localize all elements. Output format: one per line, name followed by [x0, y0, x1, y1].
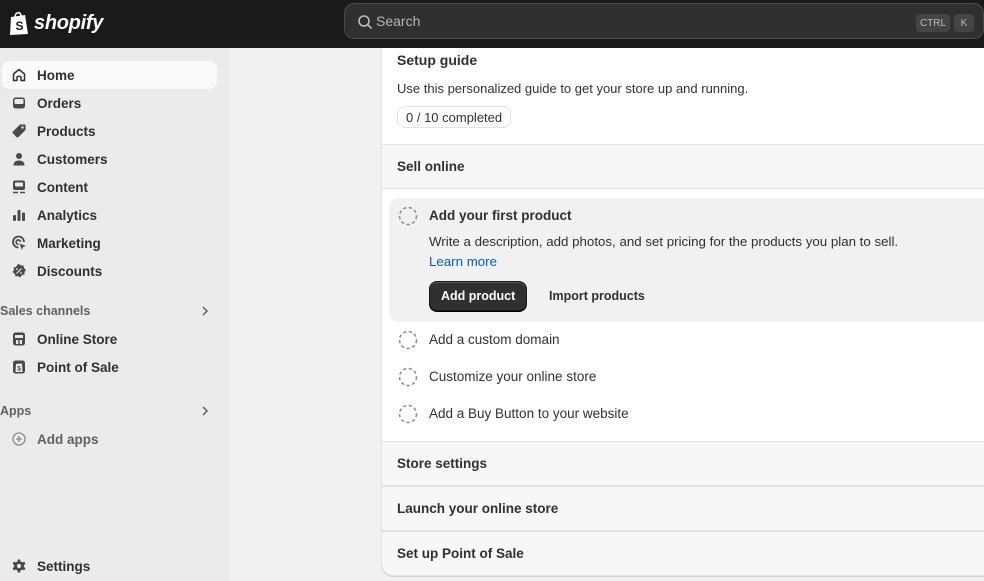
sidebar-item-label: Marketing: [37, 235, 101, 251]
gear-icon: [12, 559, 26, 573]
inbox-icon: [13, 97, 25, 109]
sidebar-item-label: Discounts: [37, 263, 103, 279]
main-content: Setup guide Use this personalized guide …: [229, 48, 984, 581]
discount-badge-icon: [12, 264, 26, 278]
task-title: Customize your online store: [429, 369, 597, 384]
chevron-right-icon[interactable]: [199, 405, 211, 417]
add-product-button[interactable]: Add product: [429, 281, 528, 311]
task-add-first-product[interactable]: Add your first product Write a descripti…: [389, 198, 984, 322]
sales-channels-header[interactable]: Sales channels: [0, 300, 217, 322]
learn-more-link[interactable]: Learn more: [429, 254, 497, 269]
sidebar-item-analytics[interactable]: Analytics: [2, 201, 217, 229]
search-icon: [358, 15, 372, 29]
group-title: Sell online: [397, 159, 465, 174]
group-launch-online-store[interactable]: Launch your online store: [382, 486, 984, 531]
group-sell-online[interactable]: Sell online: [382, 144, 984, 189]
group-store-settings[interactable]: Store settings: [382, 441, 984, 486]
sidebar-item-online-store[interactable]: Online Store: [2, 325, 217, 353]
dashed-circle-icon[interactable]: [398, 367, 418, 387]
shopify-bag-icon: S: [10, 11, 28, 35]
setup-guide-card: Setup guide Use this personalized guide …: [381, 48, 984, 576]
sidebar-item-home[interactable]: Home: [2, 61, 217, 89]
sidebar-item-label: Home: [37, 67, 75, 83]
group-set-up-pos[interactable]: Set up Point of Sale: [382, 531, 984, 575]
home-icon: [12, 68, 26, 82]
task-description: Write a description, add photos, and set…: [429, 232, 919, 272]
sidebar-item-discounts[interactable]: Discounts: [2, 257, 217, 285]
sidebar-item-content[interactable]: Content: [2, 173, 217, 201]
target-cursor-icon: [12, 235, 26, 250]
sidebar-item-point-of-sale[interactable]: $ Point of Sale: [2, 353, 217, 381]
import-products-button[interactable]: Import products: [541, 281, 653, 311]
sidebar-item-label: Add apps: [37, 431, 99, 447]
setup-guide-title: Setup guide: [397, 52, 478, 68]
sales-channels-label: Sales channels: [0, 304, 91, 318]
pos-bag-icon: $: [13, 360, 25, 374]
sidebar-item-customers[interactable]: Customers: [2, 145, 217, 173]
apps-header[interactable]: Apps: [0, 400, 217, 422]
search-bar[interactable]: CTRL K: [344, 3, 984, 39]
svg-text:$: $: [17, 366, 21, 373]
top-bar: S shopify CTRL K: [0, 0, 984, 48]
apps-label: Apps: [0, 404, 32, 418]
task-description-text: Write a description, add photos, and set…: [429, 234, 899, 249]
image-monitor-icon: [13, 180, 25, 194]
shopify-logo[interactable]: S shopify: [8, 9, 103, 37]
sidebar: Home Orders Products Customers Content A…: [0, 48, 229, 581]
sidebar-item-label: Online Store: [37, 331, 118, 347]
task-title: Add a Buy Button to your website: [429, 406, 629, 421]
chevron-right-icon[interactable]: [199, 305, 211, 317]
task-add-custom-domain[interactable]: Add a custom domain: [382, 322, 984, 359]
sidebar-item-label: Settings: [37, 558, 91, 574]
sidebar-item-settings[interactable]: Settings: [2, 552, 217, 580]
progress-badge: 0 / 10 completed: [397, 106, 512, 128]
store-icon: [13, 332, 25, 346]
sidebar-item-label: Orders: [37, 95, 82, 111]
dashed-circle-icon[interactable]: [398, 330, 418, 350]
search-input[interactable]: [376, 4, 896, 38]
sidebar-item-label: Analytics: [37, 207, 98, 223]
bar-chart-icon: [13, 210, 25, 221]
setup-guide-description: Use this personalized guide to get your …: [397, 81, 749, 96]
shortcut-key-ctrl: CTRL: [916, 14, 950, 32]
svg-text:S: S: [16, 19, 24, 33]
person-icon: [13, 153, 25, 166]
group-title: Set up Point of Sale: [397, 546, 524, 561]
sidebar-item-orders[interactable]: Orders: [2, 89, 217, 117]
dashed-circle-icon[interactable]: [398, 404, 418, 424]
dashed-circle-icon[interactable]: [398, 206, 418, 226]
sidebar-item-label: Point of Sale: [37, 359, 119, 375]
task-title: Add your first product: [429, 208, 572, 223]
sidebar-item-add-apps[interactable]: Add apps: [2, 425, 217, 453]
sidebar-item-label: Content: [37, 179, 88, 195]
group-title: Store settings: [397, 456, 488, 471]
task-title: Add a custom domain: [429, 332, 560, 347]
task-customize-online-store[interactable]: Customize your online store: [382, 359, 984, 396]
task-add-buy-button[interactable]: Add a Buy Button to your website: [382, 396, 984, 433]
sidebar-item-products[interactable]: Products: [2, 117, 217, 145]
sidebar-item-marketing[interactable]: Marketing: [2, 229, 217, 257]
tag-icon: [12, 124, 26, 138]
plus-circle-icon: [12, 432, 26, 446]
group-title: Launch your online store: [397, 501, 559, 516]
shortcut-key-k: K: [954, 14, 974, 32]
sidebar-item-label: Products: [37, 123, 96, 139]
sidebar-item-label: Customers: [37, 151, 108, 167]
brand-name: shopify: [34, 11, 104, 34]
